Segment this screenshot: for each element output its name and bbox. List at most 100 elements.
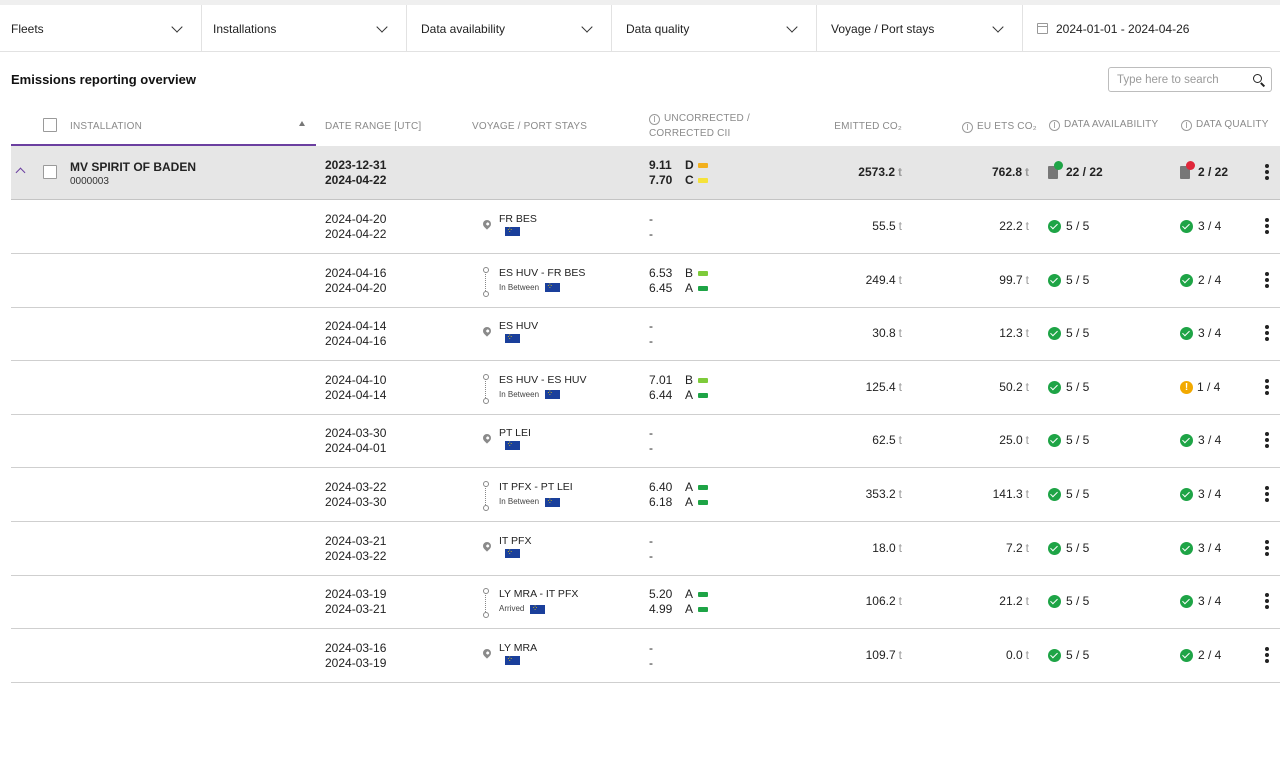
data-availability[interactable]: 5 / 5: [1048, 541, 1089, 556]
info-icon[interactable]: i: [1181, 120, 1192, 131]
emitted-co2: 125.4 t: [802, 380, 902, 395]
cii-value: -: [649, 212, 653, 226]
table-row[interactable]: 2024-03-16 2024-03-19 LY MRA - - 109.7t …: [11, 629, 1280, 683]
more-options-icon[interactable]: [1262, 218, 1272, 236]
data-availability[interactable]: 5 / 5: [1048, 273, 1089, 288]
date-range-filter[interactable]: 2024-01-01 - 2024-04-26: [1023, 5, 1280, 52]
column-cii[interactable]: i Uncorrected / Corrected CII: [649, 111, 750, 141]
data-quality[interactable]: 2 / 4: [1180, 273, 1221, 288]
quality-filter[interactable]: Data quality: [612, 5, 817, 52]
date-range: 2024-03-30 2024-04-01: [325, 426, 386, 456]
select-all-checkbox[interactable]: [43, 118, 57, 132]
data-availability[interactable]: 5 / 5: [1048, 219, 1089, 234]
column-installation[interactable]: Installation: [70, 119, 142, 134]
emitted-value: 18.0: [872, 540, 896, 555]
table-row[interactable]: 2024-03-19 2024-03-21 LY MRA - IT PFX Ar…: [11, 575, 1280, 630]
cii-value: -: [649, 334, 653, 349]
row-checkbox[interactable]: [43, 165, 57, 179]
availability-filter[interactable]: Data availability: [407, 5, 612, 52]
search-icon[interactable]: [1253, 74, 1262, 83]
table-row[interactable]: 2024-04-16 2024-04-20 ES HUV - FR BES In…: [11, 254, 1280, 308]
voyage-port-stay[interactable]: ES HUV - ES HUV In Between: [472, 373, 587, 404]
data-availability[interactable]: 5 / 5: [1048, 487, 1089, 502]
collapse-chevron-icon[interactable]: [15, 166, 25, 176]
column-euets[interactable]: i EU ETS CO₂: [962, 119, 1037, 134]
cii-grade: A: [685, 495, 694, 509]
cii-values: 7.01 B 6.44 A: [649, 373, 739, 403]
column-voyage[interactable]: Voyage / Port stays: [472, 119, 587, 134]
quality-value: 3 / 4: [1198, 594, 1222, 609]
column-quality[interactable]: i Data quality: [1181, 117, 1269, 132]
info-icon[interactable]: i: [649, 114, 660, 125]
more-options-icon[interactable]: [1262, 325, 1272, 343]
voyage-status: In Between: [499, 282, 540, 292]
table-row[interactable]: 2024-03-22 2024-03-30 IT PFX - PT LEI In…: [11, 468, 1280, 522]
more-options-icon[interactable]: [1262, 593, 1272, 611]
info-icon[interactable]: i: [962, 122, 973, 133]
data-quality[interactable]: 3 / 4: [1180, 326, 1221, 341]
data-quality[interactable]: 3 / 4: [1180, 541, 1221, 556]
cii-grade-corrected: C: [685, 173, 694, 187]
more-options-icon[interactable]: [1262, 646, 1272, 665]
more-options-icon[interactable]: [1262, 378, 1272, 397]
emitted-co2: 353.2 t: [802, 487, 902, 502]
data-quality[interactable]: 3 / 4: [1180, 433, 1221, 448]
table-row[interactable]: 2024-04-20 2024-04-22 FR BES - - 55.5t 2…: [11, 200, 1280, 254]
page-title: Emissions reporting overview: [11, 72, 196, 87]
installation-summary-row[interactable]: MV SPIRIT OF BADEN 0000003 2023-12-31 20…: [11, 146, 1280, 200]
date-from: 2024-03-22: [325, 480, 387, 494]
availability-value: 5 / 5: [1066, 219, 1090, 233]
cii-value: 6.44: [649, 387, 673, 402]
date-range: 2023-12-31 2024-04-22: [325, 158, 386, 188]
cii-value: -: [649, 533, 653, 548]
data-quality[interactable]: 3 / 4: [1180, 594, 1221, 609]
unit-label: t: [1025, 379, 1029, 394]
column-availability[interactable]: i Data availability: [1049, 117, 1158, 132]
search-input[interactable]: [1117, 73, 1247, 86]
voyage-port-stay[interactable]: ES HUV: [472, 319, 538, 344]
data-availability[interactable]: 5 / 5: [1048, 380, 1089, 395]
column-emitted[interactable]: Emitted CO₂: [802, 119, 902, 134]
voyage-filter[interactable]: Voyage / Port stays: [817, 5, 1023, 52]
voyage-port-stay[interactable]: FR BES: [472, 212, 537, 237]
emitted-value: 30.8: [872, 326, 896, 341]
table-row[interactable]: 2024-04-14 2024-04-16 ES HUV - - 30.8t 1…: [11, 307, 1280, 362]
table-row[interactable]: 2024-03-21 2024-03-22 IT PFX - - 18.0t 7…: [11, 522, 1280, 576]
more-options-icon[interactable]: [1262, 432, 1272, 450]
voyage-port-stay[interactable]: IT PFX: [472, 534, 531, 559]
voyage-port-stay[interactable]: IT PFX - PT LEI In Between: [472, 480, 573, 511]
voyage-port-stay[interactable]: LY MRA - IT PFX Arrived: [472, 587, 578, 619]
more-options-icon[interactable]: [1262, 539, 1272, 558]
emitted-co2: 249.4 t: [802, 273, 902, 288]
data-availability[interactable]: 22 / 22: [1048, 161, 1103, 180]
fleets-filter-label: Fleets: [11, 21, 44, 36]
more-options-icon[interactable]: [1262, 164, 1272, 182]
more-options-icon[interactable]: [1262, 486, 1272, 504]
check-circle-icon: [1180, 488, 1193, 501]
table-row[interactable]: 2024-04-10 2024-04-14 ES HUV - ES HUV In…: [11, 361, 1280, 415]
more-options-icon[interactable]: [1262, 271, 1272, 290]
data-availability[interactable]: 5 / 5: [1048, 594, 1089, 609]
info-icon[interactable]: i: [1049, 120, 1060, 131]
data-quality[interactable]: 2 / 22: [1180, 161, 1228, 180]
check-circle-icon: [1048, 434, 1061, 448]
voyage-port-stay[interactable]: PT LEI: [472, 426, 531, 451]
quality-value: 1 / 4: [1197, 379, 1221, 394]
data-availability[interactable]: 5 / 5: [1048, 326, 1089, 341]
fleets-filter[interactable]: Fleets: [0, 5, 202, 52]
installations-filter[interactable]: Installations: [202, 5, 407, 52]
data-quality[interactable]: 2 / 4: [1180, 648, 1221, 663]
euets-value: 762.8: [991, 165, 1022, 179]
voyage-port-stay[interactable]: ES HUV - FR BES In Between: [472, 266, 585, 297]
column-date-range[interactable]: Date range [UTC]: [325, 119, 421, 134]
data-quality[interactable]: 3 / 4: [1180, 219, 1221, 234]
data-availability[interactable]: 5 / 5: [1048, 648, 1089, 663]
data-quality[interactable]: 3 / 4: [1180, 487, 1221, 502]
emitted-value: 109.7: [865, 647, 896, 662]
grade-bar: [698, 592, 708, 598]
voyage-port-stay[interactable]: LY MRA: [472, 641, 537, 666]
data-quality[interactable]: ! 1 / 4: [1180, 380, 1220, 395]
sort-ascending-icon[interactable]: [299, 121, 305, 126]
data-availability[interactable]: 5 / 5: [1048, 433, 1089, 448]
table-row[interactable]: 2024-03-30 2024-04-01 PT LEI - - 62.5t 2…: [11, 414, 1280, 469]
